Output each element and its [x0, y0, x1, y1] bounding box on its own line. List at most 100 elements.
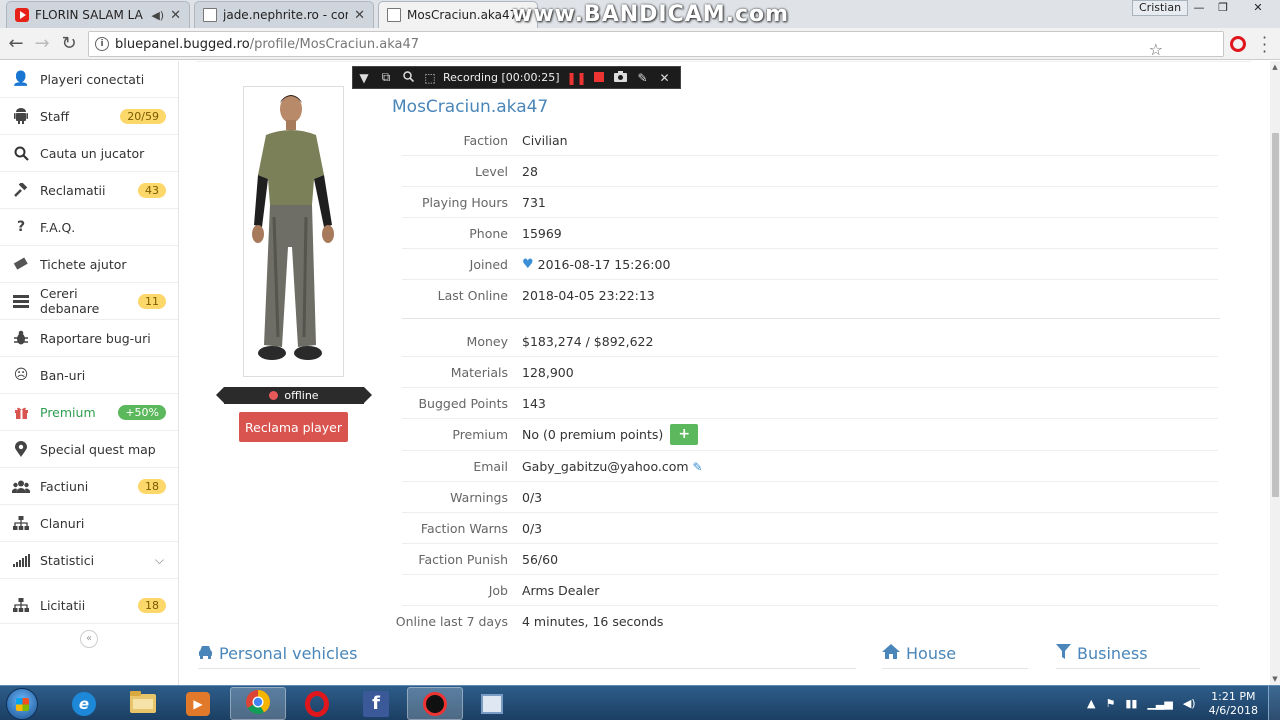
android-icon: [12, 107, 30, 125]
search-icon[interactable]: [397, 70, 419, 85]
action-center-icon[interactable]: ⚑: [1105, 697, 1115, 710]
add-premium-button[interactable]: +: [670, 424, 699, 445]
sidebar-item-label: Ban-uri: [40, 367, 86, 383]
sidebar-item-faq[interactable]: ? F.A.Q.: [0, 209, 178, 246]
sidebar-item-label: Cereri debanare: [40, 286, 100, 316]
opera-extension-icon[interactable]: [1230, 36, 1246, 52]
tab-jade[interactable]: jade.nephrite.ro - coming ✕: [194, 1, 374, 28]
pause-icon[interactable]: ❚❚: [566, 71, 588, 85]
report-player-button[interactable]: Reclama player: [239, 412, 348, 442]
info-icon[interactable]: i: [95, 37, 109, 51]
opera-icon: [305, 690, 329, 717]
taskbar-ie[interactable]: e: [56, 687, 112, 720]
recording-timer: Recording [00:00:25]: [443, 71, 560, 84]
camera-icon[interactable]: [610, 70, 632, 85]
capture-area-icon[interactable]: ⬚: [419, 71, 441, 85]
sidebar-item-tichete[interactable]: Tichete ajutor: [0, 246, 178, 283]
taskbar-media-player[interactable]: ▶: [170, 687, 226, 720]
tab-youtube[interactable]: FLORIN SALAM LA M ◀) ✕: [6, 1, 190, 28]
scroll-thumb[interactable]: [1272, 133, 1279, 497]
restore-button[interactable]: ❐: [1212, 0, 1234, 16]
audio-icon[interactable]: ◀): [151, 9, 164, 22]
sidebar-item-clanuri[interactable]: Clanuri: [0, 505, 178, 542]
taskbar-opera[interactable]: [289, 687, 345, 720]
window-mode-icon[interactable]: ⧉: [375, 70, 397, 85]
signal-bars-icon[interactable]: ▁▃▅: [1147, 697, 1172, 710]
sidebar-item-label: Special quest map: [40, 441, 156, 457]
menu-icon[interactable]: · · ·: [1262, 30, 1267, 60]
dropdown-icon[interactable]: ▼: [353, 71, 375, 85]
profile-row-online-7-days: Online last 7 days 4 minutes, 16 seconds: [396, 606, 1218, 637]
close-window-button[interactable]: ✕: [1238, 0, 1278, 16]
forward-button[interactable]: →: [30, 32, 54, 56]
sidebar-item-label: Statistici: [40, 552, 95, 568]
status-label: offline: [284, 389, 319, 402]
frown-icon: ☹: [13, 367, 29, 383]
close-tab-icon[interactable]: ✕: [170, 8, 181, 23]
internet-explorer-icon: e: [72, 691, 96, 716]
field-label: Joined: [469, 257, 508, 272]
bookmark-star-icon[interactable]: ☆: [1149, 40, 1163, 59]
sidebar-item-licitatii[interactable]: Licitatii 18: [0, 587, 178, 624]
sidebar-item-raportare-bug[interactable]: Raportare bug-uri: [0, 320, 178, 357]
joined-value-wrap: ♥ 2016-08-17 15:26:00: [522, 257, 670, 272]
sidebar-item-label: F.A.Q.: [40, 219, 76, 235]
sidebar-item-label: Staff: [40, 108, 70, 124]
scroll-up-icon[interactable]: ▲: [1270, 63, 1280, 71]
stop-button[interactable]: [588, 71, 610, 85]
pencil-icon[interactable]: ✎: [632, 71, 654, 85]
show-desktop-button[interactable]: [1268, 686, 1280, 720]
scroll-down-icon[interactable]: ▼: [1270, 675, 1280, 683]
volume-icon[interactable]: ◀): [1183, 697, 1196, 710]
collapse-sidebar-icon[interactable]: «: [80, 630, 98, 648]
sidebar-item-label: Reclamatii: [40, 182, 106, 198]
field-label: Last Online: [437, 288, 508, 303]
chevron-down-icon[interactable]: ⌵: [155, 553, 164, 568]
show-hidden-icons[interactable]: ▲: [1087, 697, 1095, 710]
sidebar-item-factiuni[interactable]: Factiuni 18: [0, 468, 178, 505]
field-value: $183,274 / $892,622: [522, 334, 654, 349]
field-value: 0/3: [522, 521, 543, 536]
sidebar-item-reclamatii[interactable]: Reclamatii 43: [0, 172, 178, 209]
taskbar-explorer[interactable]: [115, 687, 171, 720]
taskbar-facebook[interactable]: f: [348, 687, 404, 720]
taskbar-chrome[interactable]: [230, 687, 286, 720]
profile-row-email: Email Gaby_gabitzu@yahoo.com ✎: [402, 451, 1218, 482]
sidebar-item-staff[interactable]: Staff 20/59: [0, 98, 178, 135]
count-badge: 18: [138, 478, 166, 494]
field-label: Job: [488, 583, 508, 598]
profile-row-level: Level 28: [402, 156, 1218, 187]
tab-title: FLORIN SALAM LA M: [35, 8, 146, 22]
sidebar-item-special-quest-map[interactable]: Special quest map: [0, 431, 178, 468]
field-value: 731: [522, 195, 546, 210]
tab-strip: FLORIN SALAM LA M ◀) ✕ jade.nephrite.ro …: [0, 0, 1280, 28]
sidebar-item-premium[interactable]: Premium +50%: [0, 394, 178, 431]
sidebar-item-cauta-jucator[interactable]: Cauta un jucator: [0, 135, 178, 172]
sidebar-item-playeri-conectati[interactable]: 👤 Playeri conectati: [0, 61, 178, 98]
section-house: House: [882, 644, 956, 663]
sidebar-item-ban-uri[interactable]: ☹ Ban-uri: [0, 357, 178, 394]
address-bar[interactable]: i bluepanel.bugged.ro/profile/MosCraciun…: [88, 31, 1224, 59]
start-button[interactable]: [6, 688, 38, 720]
network-icon[interactable]: ▮▮: [1125, 697, 1137, 710]
edit-icon[interactable]: ✎: [693, 460, 703, 474]
reload-button[interactable]: ↻: [57, 32, 81, 56]
back-button[interactable]: ←: [4, 32, 28, 56]
taskbar-bandicam[interactable]: [407, 687, 463, 720]
sitemap-icon: [12, 514, 30, 532]
sidebar-item-statistici[interactable]: Statistici ⌵: [0, 542, 178, 579]
close-icon[interactable]: ✕: [654, 71, 676, 85]
taskbar-app[interactable]: [464, 687, 520, 720]
profile-chip[interactable]: Cristian: [1132, 0, 1189, 16]
clock[interactable]: 1:21 PM 4/6/2018: [1209, 690, 1258, 718]
divider: [196, 61, 1251, 65]
scrollbar[interactable]: ▲ ▼: [1270, 61, 1280, 685]
field-value: 15969: [522, 226, 562, 241]
profile-row-faction: Faction Civilian: [402, 125, 1218, 156]
field-value: 2018-04-05 23:22:13: [522, 288, 655, 303]
minimize-button[interactable]: —: [1188, 0, 1210, 16]
sidebar-item-label: Premium: [40, 404, 96, 420]
close-tab-icon[interactable]: ✕: [354, 8, 365, 23]
sidebar-item-cereri-debanare[interactable]: Cereri debanare 11: [0, 283, 178, 320]
section-business: Business: [1056, 644, 1148, 663]
